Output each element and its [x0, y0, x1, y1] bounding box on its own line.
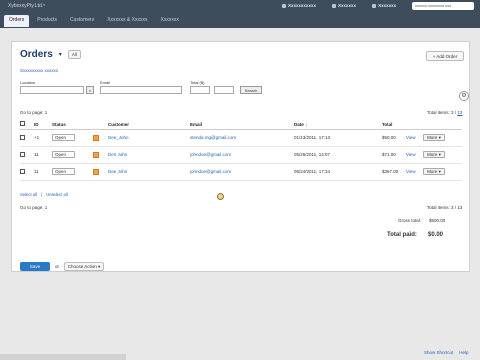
total-items-link[interactable]: 13 — [457, 110, 462, 115]
top-search-input[interactable]: xxxxxx.xxxxxxxx.xxx — [412, 2, 474, 10]
row-actions-dropdown[interactable]: More ▾ — [422, 168, 445, 175]
search-button[interactable]: Search — [240, 86, 262, 94]
total-label: Total ($) — [190, 80, 205, 85]
order-id[interactable]: 11 — [34, 163, 52, 181]
show-shortcut-link[interactable]: Show Shortcut — [424, 350, 453, 355]
view-link[interactable]: View — [406, 169, 416, 174]
total-max-input[interactable] — [214, 86, 234, 94]
or-label: or — [55, 264, 60, 269]
select-all-checkbox[interactable] — [20, 121, 25, 127]
order-total: $50.00 — [382, 129, 406, 147]
location-search-icon[interactable]: ⌕ — [86, 86, 94, 94]
order-id[interactable]: 11 — [34, 146, 52, 164]
row-actions-dropdown[interactable]: More ▾ — [422, 134, 445, 141]
order-date: 01/13/2011, 17:13 — [294, 129, 382, 147]
total-paid-row: Total paid: $0.00 — [387, 232, 444, 238]
status-filter-select[interactable]: All — [67, 50, 81, 59]
select-all-header[interactable] — [20, 120, 34, 130]
page-title: Orders — [20, 49, 53, 60]
nav-tab-products[interactable]: Products — [32, 15, 62, 27]
col-date[interactable]: Date ↓ — [294, 120, 382, 130]
col-status[interactable]: Status — [52, 120, 90, 130]
order-total: $367.00 — [382, 163, 406, 181]
order-status-select[interactable]: Open — [52, 151, 75, 158]
customer-link[interactable]: Dee_John — [108, 129, 190, 147]
table-row: 11 Open Dee John johndoe@gmail.com 05/24… — [20, 163, 462, 181]
brand-name: XybxxxyPty.Ltd.ⁱᵗ — [8, 3, 46, 9]
page-title-row: Orders ▾ All — [20, 49, 81, 60]
top-link-3[interactable]: Xxxxxxx — [372, 3, 396, 8]
nav-tab-5[interactable]: Xxxxxxx — [156, 15, 184, 27]
customer-link[interactable]: Den John — [108, 146, 190, 164]
help-link[interactable]: Help — [459, 350, 468, 355]
total-items-bottom: Total items: 3 / 13 — [427, 205, 463, 210]
col-status-flag — [90, 120, 108, 130]
main-navigation: Orders Products Customers Xxxxxxx & Xxxx… — [4, 15, 184, 27]
settings-icon — [332, 3, 337, 8]
status-flag-icon — [93, 151, 99, 158]
user-icon — [282, 3, 286, 8]
email-link[interactable]: johndoe@gmail.com — [190, 163, 294, 181]
nav-tab-4[interactable]: Xxxxxxx & Xxxxxx — [102, 15, 152, 27]
help-icon — [372, 3, 377, 8]
location-input[interactable] — [20, 86, 84, 94]
col-total[interactable]: Total — [382, 120, 406, 130]
col-actions — [406, 120, 462, 130]
top-link-1[interactable]: Xxxxxxxxxxx — [282, 3, 316, 8]
order-status-select[interactable]: Open — [52, 168, 75, 175]
title-dropdown-icon[interactable]: ▾ — [59, 51, 62, 58]
view-link[interactable]: View — [406, 152, 416, 157]
nav-tab-orders[interactable]: Orders — [4, 15, 30, 27]
top-links: Xxxxxxxxxxx Xxxxxxx Xxxxxxx — [282, 3, 396, 8]
total-min-input[interactable] — [190, 86, 210, 94]
bottom-right-links: Show Shortcut Help — [424, 350, 469, 355]
status-flag-icon — [93, 168, 99, 175]
add-order-button[interactable]: + Add Order — [426, 51, 464, 61]
email-link[interactable]: johndoe@gmail.com — [190, 146, 294, 164]
bottom-gutter-bar — [0, 354, 126, 360]
total-items: Total items: 3 / 13 — [427, 110, 463, 115]
gear-icon[interactable]: ⚙ — [459, 91, 469, 101]
nav-tab-customers[interactable]: Customers — [65, 15, 99, 27]
orders-panel: Orders ▾ All + Add Order Sxxxxxxxxx xxxx… — [11, 41, 470, 272]
table-footer-links: Select all | Unselect all — [20, 192, 68, 197]
filters-row: Location ⌕ Email Total ($) Search ⚙ — [20, 78, 469, 102]
col-id[interactable]: ID — [34, 120, 52, 130]
select-all-link[interactable]: Select all — [20, 192, 37, 197]
save-button[interactable]: Save — [20, 262, 50, 271]
top-link-2[interactable]: Xxxxxxx — [332, 3, 356, 8]
mouse-cursor-icon — [217, 193, 224, 200]
row-actions-dropdown[interactable]: More ▾ — [422, 151, 445, 158]
location-label: Location — [20, 80, 36, 85]
order-status-select[interactable]: Open — [52, 134, 75, 141]
go-to-page: Go to page: 1 — [20, 110, 48, 115]
status-flag-icon — [93, 134, 99, 141]
go-to-page-bottom: Go to page: 1 — [20, 205, 48, 210]
row-checkbox[interactable] — [20, 168, 25, 174]
order-id[interactable]: +1 — [34, 129, 52, 147]
total-items-link-bottom[interactable]: 13 — [457, 205, 462, 210]
email-link[interactable]: stenda.mg@gmail.com — [190, 129, 294, 147]
unselect-all-link[interactable]: Unselect all — [46, 192, 68, 197]
table-row: 11 Open Den John johndoe@gmail.com 05/26… — [20, 146, 462, 164]
top-navigation-bar: XybxxxyPty.Ltd.ⁱᵗ Xxxxxxxxxxx Xxxxxxx Xx… — [0, 0, 480, 28]
email-label: Email — [100, 80, 111, 85]
view-link[interactable]: View — [406, 135, 416, 140]
bottom-actions: Save or Choose Action ▾ — [20, 262, 105, 271]
table-header-row: ID Status Customer Email Date ↓ Total — [20, 120, 462, 130]
order-date: 05/24/2011, 17:34 — [294, 163, 382, 181]
customer-link[interactable]: Dee John — [108, 163, 190, 181]
row-checkbox[interactable] — [20, 134, 25, 140]
table-row: +1 Open Dee_John stenda.mg@gmail.com 01/… — [20, 129, 462, 147]
choose-action-dropdown[interactable]: Choose Action ▾ — [64, 262, 105, 271]
col-customer[interactable]: Customer — [108, 120, 190, 130]
saved-searches-link[interactable]: Sxxxxxxxxx xxxxxx — [20, 68, 58, 73]
email-input[interactable] — [100, 86, 182, 94]
col-email[interactable]: Email — [190, 120, 294, 130]
orders-table: ID Status Customer Email Date ↓ Total +1… — [20, 120, 462, 181]
order-date: 05/26/2011, 14:07 — [294, 146, 382, 164]
order-total: $71.00 — [382, 146, 406, 164]
gross-total-row: Gross total: $500.00 — [398, 218, 446, 223]
row-checkbox[interactable] — [20, 151, 25, 157]
